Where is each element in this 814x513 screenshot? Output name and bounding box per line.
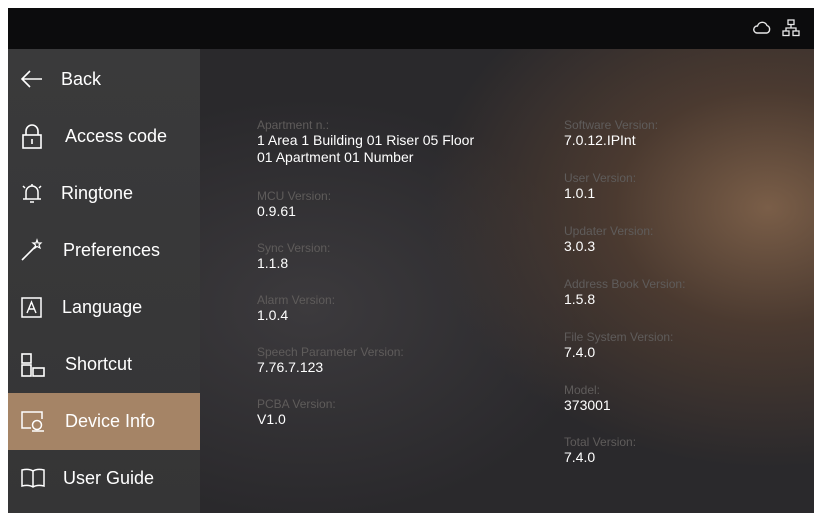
sidebar-item-label: Device Info bbox=[65, 411, 156, 431]
info-label: PCBA Version: bbox=[257, 397, 336, 411]
info-value: 1.1.8 bbox=[257, 255, 289, 271]
back-button[interactable]: Back bbox=[8, 51, 200, 108]
info-value: 1.0.4 bbox=[257, 307, 289, 323]
back-arrow-icon bbox=[20, 67, 44, 91]
sidebar-item-language[interactable]: Language bbox=[8, 279, 200, 336]
info-value: 7.0.12.IPInt bbox=[564, 132, 636, 148]
sidebar-item-device-info[interactable]: Device Info bbox=[8, 393, 200, 450]
sidebar-item-label: Shortcut bbox=[65, 354, 133, 374]
info-pcba-version: PCBA Version: V1.0 bbox=[257, 397, 336, 428]
info-value: 1.0.1 bbox=[564, 185, 596, 201]
sidebar-item-label: Preferences bbox=[63, 240, 161, 260]
sidebar-item-preferences[interactable]: Preferences bbox=[8, 222, 200, 279]
info-sync-version: Sync Version: 1.1.8 bbox=[257, 241, 330, 272]
info-value: 0.9.61 bbox=[257, 203, 296, 219]
network-icon bbox=[782, 19, 800, 42]
sidebar-item-label: Ringtone bbox=[61, 183, 134, 203]
sidebar-item-shortcut[interactable]: Shortcut bbox=[8, 336, 200, 393]
sidebar-item-label: Back bbox=[61, 69, 102, 89]
info-apartment: Apartment n.: 1 Area 1 Building 01 Riser… bbox=[257, 118, 527, 166]
info-user-version: User Version: 1.0.1 bbox=[564, 171, 636, 202]
info-total-version: Total Version: 7.4.0 bbox=[564, 435, 636, 466]
info-value: 1.5.8 bbox=[564, 291, 596, 307]
magic-wand-icon bbox=[20, 238, 44, 262]
info-label: Address Book Version: bbox=[564, 277, 686, 291]
info-value: V1.0 bbox=[257, 411, 286, 427]
sidebar-item-label: Language bbox=[62, 297, 143, 317]
info-label: Updater Version: bbox=[564, 224, 654, 238]
info-file-system-version: File System Version: 7.4.0 bbox=[564, 330, 673, 361]
info-address-book-version: Address Book Version: 1.5.8 bbox=[564, 277, 685, 308]
info-value: 7.76.7.123 bbox=[257, 359, 324, 375]
device-screen: Back Access code Ringtone Preferences La bbox=[8, 8, 814, 513]
info-alarm-version: Alarm Version: 1.0.4 bbox=[257, 293, 335, 324]
info-value: 1 Area 1 Building 01 Riser 05 Floor bbox=[257, 132, 475, 148]
info-updater-version: Updater Version: 3.0.3 bbox=[564, 224, 653, 255]
info-model: Model: 373001 bbox=[564, 383, 611, 414]
status-bar bbox=[8, 8, 814, 49]
sidebar: Back Access code Ringtone Preferences La bbox=[8, 49, 200, 513]
info-value: 01 Apartment 01 Number bbox=[257, 149, 414, 165]
lock-icon bbox=[20, 124, 44, 149]
info-value: 3.0.3 bbox=[564, 238, 596, 254]
info-label: Model: bbox=[564, 383, 601, 397]
info-label: File System Version: bbox=[564, 330, 674, 344]
sidebar-item-user-guide[interactable]: User Guide bbox=[8, 450, 200, 507]
info-label: Speech Parameter Version: bbox=[257, 345, 404, 359]
info-software-version: Software Version: 7.0.12.IPInt bbox=[564, 118, 658, 149]
cloud-icon bbox=[752, 21, 772, 40]
sidebar-item-ringtone[interactable]: Ringtone bbox=[8, 165, 200, 222]
info-value: 7.4.0 bbox=[564, 344, 596, 360]
info-label: Apartment n.: bbox=[257, 118, 330, 132]
sidebar-item-access-code[interactable]: Access code bbox=[8, 108, 200, 165]
info-label: Total Version: bbox=[564, 435, 637, 449]
info-value: 373001 bbox=[564, 397, 611, 413]
info-speech-parameter-version: Speech Parameter Version: 7.76.7.123 bbox=[257, 345, 404, 376]
info-value: 7.4.0 bbox=[564, 449, 596, 465]
info-label: Sync Version: bbox=[257, 241, 331, 255]
bell-icon bbox=[20, 181, 44, 205]
info-label: User Version: bbox=[564, 171, 637, 185]
info-mcu-version: MCU Version: 0.9.61 bbox=[257, 189, 331, 220]
info-label: MCU Version: bbox=[257, 189, 332, 203]
language-icon bbox=[20, 295, 44, 319]
info-label: Alarm Version: bbox=[257, 293, 336, 307]
sidebar-item-label: Access code bbox=[65, 126, 168, 146]
device-info-icon bbox=[20, 409, 44, 433]
info-label: Software Version: bbox=[564, 118, 659, 132]
book-icon bbox=[20, 466, 45, 490]
shortcut-icon bbox=[20, 352, 45, 377]
sidebar-item-label: User Guide bbox=[63, 468, 155, 488]
